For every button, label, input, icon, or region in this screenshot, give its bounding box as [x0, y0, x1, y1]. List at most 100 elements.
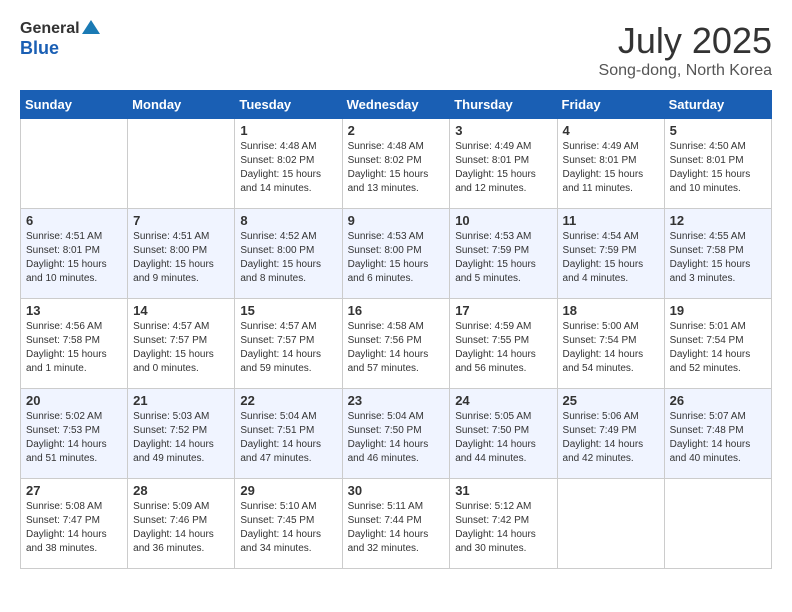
calendar-cell: 10 Sunrise: 4:53 AM Sunset: 7:59 PM Dayli… [450, 209, 557, 299]
day-info: Sunrise: 5:06 AM Sunset: 7:49 PM Dayligh… [563, 410, 659, 466]
calendar-cell: 21 Sunrise: 5:03 AM Sunset: 7:52 PM Dayli… [128, 389, 235, 479]
day-number: 28 [133, 483, 229, 498]
calendar-cell: 6 Sunrise: 4:51 AM Sunset: 8:01 PM Daylig… [21, 209, 128, 299]
calendar-week-row: 1 Sunrise: 4:48 AM Sunset: 8:02 PM Daylig… [21, 119, 772, 209]
day-info: Sunrise: 5:12 AM Sunset: 7:42 PM Dayligh… [455, 500, 551, 556]
calendar-cell: 19 Sunrise: 5:01 AM Sunset: 7:54 PM Dayli… [664, 299, 771, 389]
logo-blue-text: Blue [20, 38, 100, 59]
day-number: 16 [348, 303, 445, 318]
calendar-cell: 12 Sunrise: 4:55 AM Sunset: 7:58 PM Dayli… [664, 209, 771, 299]
day-number: 3 [455, 123, 551, 138]
calendar-cell: 16 Sunrise: 4:58 AM Sunset: 7:56 PM Dayli… [342, 299, 450, 389]
calendar-cell: 18 Sunrise: 5:00 AM Sunset: 7:54 PM Dayli… [557, 299, 664, 389]
day-info: Sunrise: 5:05 AM Sunset: 7:50 PM Dayligh… [455, 410, 551, 466]
calendar-cell: 31 Sunrise: 5:12 AM Sunset: 7:42 PM Dayli… [450, 479, 557, 569]
calendar-cell: 5Sunrise: 4:50 AM Sunset: 8:01 PM Daylig… [664, 119, 771, 209]
day-info: Sunrise: 4:55 AM Sunset: 7:58 PM Dayligh… [670, 230, 766, 286]
calendar-cell [21, 119, 128, 209]
day-number: 11 [563, 213, 659, 228]
day-number: 30 [348, 483, 445, 498]
day-info: Sunrise: 5:01 AM Sunset: 7:54 PM Dayligh… [670, 320, 766, 376]
calendar-cell: 8Sunrise: 4:52 AM Sunset: 8:00 PM Daylig… [235, 209, 342, 299]
day-info: Sunrise: 5:03 AM Sunset: 7:52 PM Dayligh… [133, 410, 229, 466]
day-info: Sunrise: 5:10 AM Sunset: 7:45 PM Dayligh… [240, 500, 336, 556]
weekday-header: Saturday [664, 91, 771, 119]
day-info: Sunrise: 5:02 AM Sunset: 7:53 PM Dayligh… [26, 410, 122, 466]
calendar-cell: 13Sunrise: 4:56 AM Sunset: 7:58 PM Dayli… [21, 299, 128, 389]
calendar-cell: 26 Sunrise: 5:07 AM Sunset: 7:48 PM Dayli… [664, 389, 771, 479]
calendar-cell: 23Sunrise: 5:04 AM Sunset: 7:50 PM Dayli… [342, 389, 450, 479]
calendar-cell: 4Sunrise: 4:49 AM Sunset: 8:01 PM Daylig… [557, 119, 664, 209]
calendar-cell: 20Sunrise: 5:02 AM Sunset: 7:53 PM Dayli… [21, 389, 128, 479]
weekday-header: Wednesday [342, 91, 450, 119]
day-number: 1 [240, 123, 336, 138]
logo: General Blue [20, 20, 100, 59]
day-number: 14 [133, 303, 229, 318]
day-number: 2 [348, 123, 445, 138]
calendar-cell: 22 Sunrise: 5:04 AM Sunset: 7:51 PM Dayli… [235, 389, 342, 479]
weekday-header: Thursday [450, 91, 557, 119]
day-number: 26 [670, 393, 766, 408]
page-header: General Blue July 2025 Song-dong, North … [20, 20, 772, 80]
calendar-cell: 1Sunrise: 4:48 AM Sunset: 8:02 PM Daylig… [235, 119, 342, 209]
day-number: 10 [455, 213, 551, 228]
calendar-week-row: 20Sunrise: 5:02 AM Sunset: 7:53 PM Dayli… [21, 389, 772, 479]
day-info: Sunrise: 5:08 AM Sunset: 7:47 PM Dayligh… [26, 500, 122, 556]
day-info: Sunrise: 4:49 AM Sunset: 8:01 PM Dayligh… [455, 140, 551, 196]
day-info: Sunrise: 4:58 AM Sunset: 7:56 PM Dayligh… [348, 320, 445, 376]
calendar-cell: 29 Sunrise: 5:10 AM Sunset: 7:45 PM Dayli… [235, 479, 342, 569]
day-number: 12 [670, 213, 766, 228]
day-info: Sunrise: 4:48 AM Sunset: 8:02 PM Dayligh… [348, 140, 445, 196]
weekday-header-row: SundayMondayTuesdayWednesdayThursdayFrid… [21, 91, 772, 119]
calendar-cell: 30 Sunrise: 5:11 AM Sunset: 7:44 PM Dayli… [342, 479, 450, 569]
day-info: Sunrise: 5:00 AM Sunset: 7:54 PM Dayligh… [563, 320, 659, 376]
day-number: 18 [563, 303, 659, 318]
day-number: 8 [240, 213, 336, 228]
calendar-cell: 14 Sunrise: 4:57 AM Sunset: 7:57 PM Dayli… [128, 299, 235, 389]
day-info: Sunrise: 5:07 AM Sunset: 7:48 PM Dayligh… [670, 410, 766, 466]
calendar-week-row: 6 Sunrise: 4:51 AM Sunset: 8:01 PM Daylig… [21, 209, 772, 299]
day-number: 17 [455, 303, 551, 318]
calendar-cell [664, 479, 771, 569]
logo-icon [82, 18, 100, 36]
calendar-cell: 3 Sunrise: 4:49 AM Sunset: 8:01 PM Daylig… [450, 119, 557, 209]
day-number: 22 [240, 393, 336, 408]
day-number: 23 [348, 393, 445, 408]
day-number: 19 [670, 303, 766, 318]
day-number: 27 [26, 483, 122, 498]
day-info: Sunrise: 4:57 AM Sunset: 7:57 PM Dayligh… [133, 320, 229, 376]
day-number: 5 [670, 123, 766, 138]
day-info: Sunrise: 4:51 AM Sunset: 8:00 PM Dayligh… [133, 230, 229, 286]
day-number: 7 [133, 213, 229, 228]
day-info: Sunrise: 5:09 AM Sunset: 7:46 PM Dayligh… [133, 500, 229, 556]
day-info: Sunrise: 4:57 AM Sunset: 7:57 PM Dayligh… [240, 320, 336, 376]
day-number: 21 [133, 393, 229, 408]
day-info: Sunrise: 4:56 AM Sunset: 7:58 PM Dayligh… [26, 320, 122, 376]
day-number: 15 [240, 303, 336, 318]
calendar-cell [128, 119, 235, 209]
weekday-header: Tuesday [235, 91, 342, 119]
day-info: Sunrise: 4:54 AM Sunset: 7:59 PM Dayligh… [563, 230, 659, 286]
day-info: Sunrise: 4:51 AM Sunset: 8:01 PM Dayligh… [26, 230, 122, 286]
calendar-cell: 17 Sunrise: 4:59 AM Sunset: 7:55 PM Dayli… [450, 299, 557, 389]
day-number: 9 [348, 213, 445, 228]
day-info: Sunrise: 4:49 AM Sunset: 8:01 PM Dayligh… [563, 140, 659, 196]
day-info: Sunrise: 5:11 AM Sunset: 7:44 PM Dayligh… [348, 500, 445, 556]
day-info: Sunrise: 4:59 AM Sunset: 7:55 PM Dayligh… [455, 320, 551, 376]
calendar-week-row: 13Sunrise: 4:56 AM Sunset: 7:58 PM Dayli… [21, 299, 772, 389]
calendar-cell: 27 Sunrise: 5:08 AM Sunset: 7:47 PM Dayli… [21, 479, 128, 569]
calendar-cell: 25 Sunrise: 5:06 AM Sunset: 7:49 PM Dayli… [557, 389, 664, 479]
month-title: July 2025 [599, 20, 772, 62]
day-number: 29 [240, 483, 336, 498]
day-info: Sunrise: 4:53 AM Sunset: 8:00 PM Dayligh… [348, 230, 445, 286]
day-info: Sunrise: 5:04 AM Sunset: 7:51 PM Dayligh… [240, 410, 336, 466]
calendar-cell: 2 Sunrise: 4:48 AM Sunset: 8:02 PM Daylig… [342, 119, 450, 209]
day-number: 6 [26, 213, 122, 228]
day-number: 31 [455, 483, 551, 498]
calendar-cell: 15 Sunrise: 4:57 AM Sunset: 7:57 PM Dayli… [235, 299, 342, 389]
calendar-cell: 11 Sunrise: 4:54 AM Sunset: 7:59 PM Dayli… [557, 209, 664, 299]
day-number: 25 [563, 393, 659, 408]
calendar-cell: 28 Sunrise: 5:09 AM Sunset: 7:46 PM Dayli… [128, 479, 235, 569]
day-info: Sunrise: 4:53 AM Sunset: 7:59 PM Dayligh… [455, 230, 551, 286]
calendar-table: SundayMondayTuesdayWednesdayThursdayFrid… [20, 90, 772, 569]
